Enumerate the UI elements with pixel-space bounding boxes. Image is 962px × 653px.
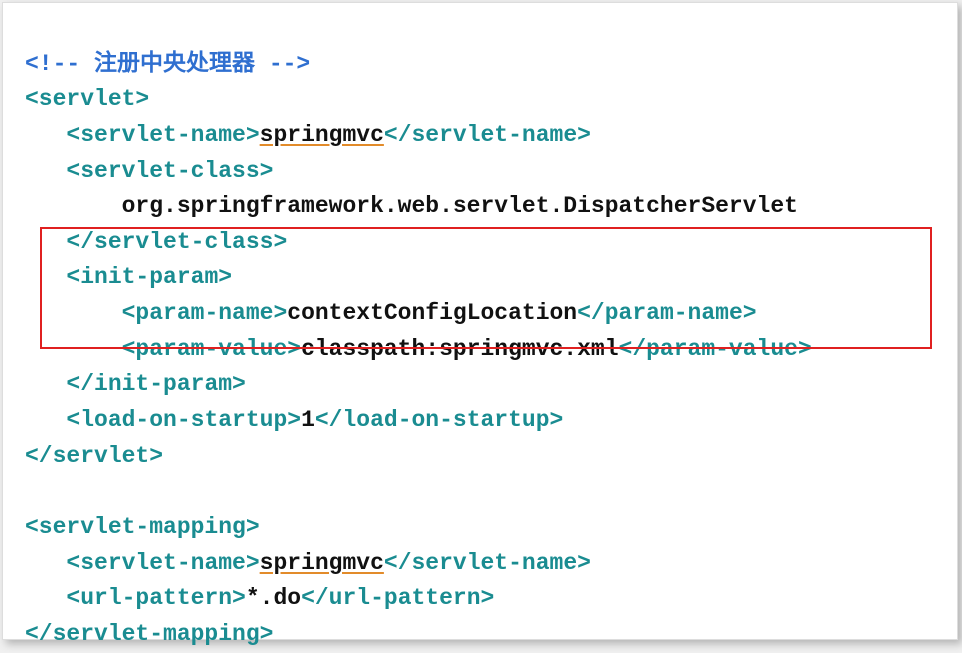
servlet-name-close: </servlet-name> <box>384 122 591 148</box>
mapping-servlet-name-open: <servlet-name> <box>66 550 259 576</box>
init-param-open: <init-param> <box>66 264 232 290</box>
servlet-mapping-close: </servlet-mapping> <box>25 621 273 647</box>
comment-text: 注册中央处理器 <box>94 51 255 77</box>
comment-open: <!-- <box>25 51 94 77</box>
servlet-class-close: </servlet-class> <box>66 229 287 255</box>
mapping-servlet-name-value: springmvc <box>260 550 384 576</box>
param-name-open: <param-name> <box>122 300 288 326</box>
load-on-startup-open: <load-on-startup> <box>66 407 301 433</box>
mapping-servlet-name-close: </servlet-name> <box>384 550 591 576</box>
code-frame: <!-- 注册中央处理器 --> <servlet> <servlet-name… <box>2 2 958 640</box>
url-pattern-close: </url-pattern> <box>301 585 494 611</box>
load-on-startup-close: </load-on-startup> <box>315 407 563 433</box>
servlet-class-open: <servlet-class> <box>66 158 273 184</box>
param-name-close: </param-name> <box>577 300 756 326</box>
param-value-open: <param-value> <box>122 336 301 362</box>
param-value-close: </param-value> <box>619 336 812 362</box>
param-name-value: contextConfigLocation <box>287 300 577 326</box>
url-pattern-open: <url-pattern> <box>66 585 245 611</box>
url-pattern-value: *.do <box>246 585 301 611</box>
servlet-class-value: org.springframework.web.servlet.Dispatch… <box>122 193 798 219</box>
init-param-close: </init-param> <box>66 371 245 397</box>
load-on-startup-value: 1 <box>301 407 315 433</box>
servlet-open: <servlet> <box>25 86 149 112</box>
param-value-value: classpath:springmvc.xml <box>301 336 618 362</box>
servlet-close: </servlet> <box>25 443 163 469</box>
comment-close: --> <box>255 51 310 77</box>
code-block: <!-- 注册中央处理器 --> <servlet> <servlet-name… <box>25 11 812 653</box>
servlet-mapping-open: <servlet-mapping> <box>25 514 260 540</box>
servlet-name-open: <servlet-name> <box>66 122 259 148</box>
servlet-name-value: springmvc <box>260 122 384 148</box>
